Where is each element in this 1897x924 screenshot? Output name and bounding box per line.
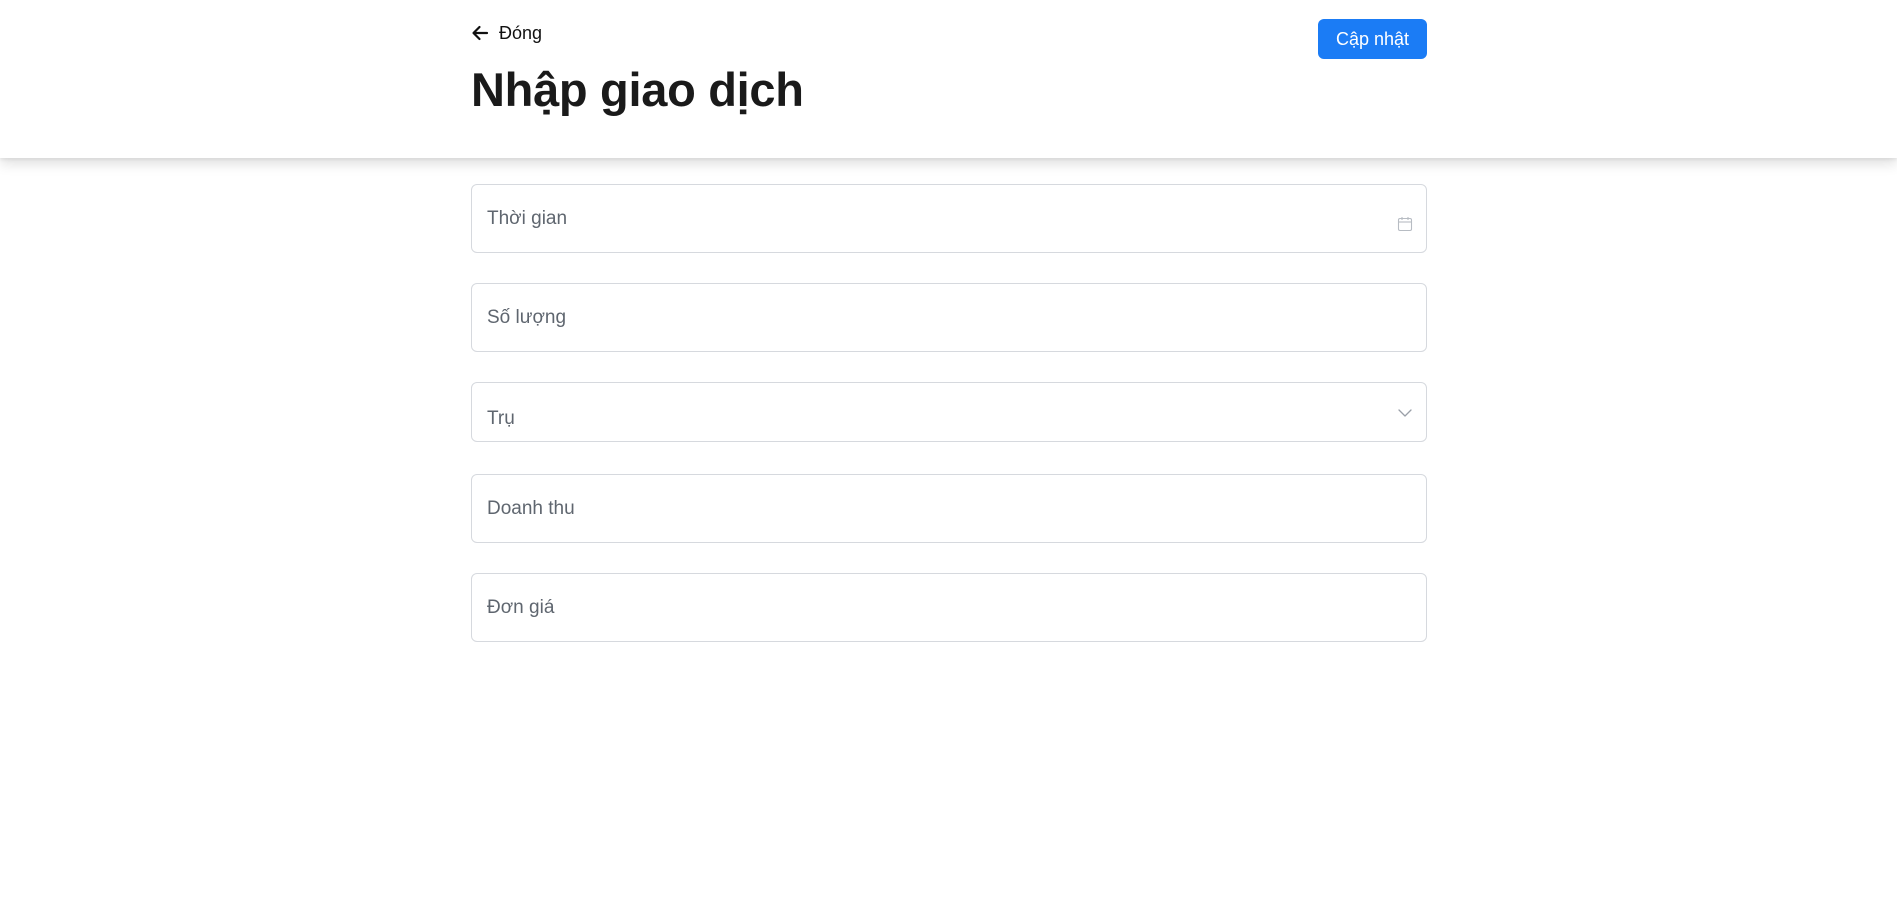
pump-select-label: Trụ: [487, 408, 515, 429]
time-field-label: Thời gian: [487, 208, 568, 229]
calendar-icon[interactable]: [1397, 216, 1413, 237]
quantity-field-label: Số lượng: [487, 307, 567, 328]
pump-select[interactable]: Trụ: [471, 382, 1427, 442]
unit-price-field[interactable]: Đơn giá: [471, 573, 1427, 642]
page-header: Đóng Nhập giao dịch Cập nhật: [0, 0, 1897, 158]
close-back-link[interactable]: Đóng: [471, 22, 542, 44]
unit-price-field-label: Đơn giá: [487, 597, 555, 618]
time-field[interactable]: Thời gian: [471, 184, 1427, 253]
arrow-left-icon: [471, 25, 489, 41]
chevron-down-icon: [1397, 406, 1413, 424]
revenue-field[interactable]: Doanh thu: [471, 474, 1427, 543]
page-title: Nhập giao dịch: [471, 63, 804, 116]
quantity-field[interactable]: Số lượng: [471, 283, 1427, 352]
revenue-field-label: Doanh thu: [487, 498, 575, 519]
update-button[interactable]: Cập nhật: [1318, 19, 1427, 59]
close-label: Đóng: [499, 23, 543, 43]
